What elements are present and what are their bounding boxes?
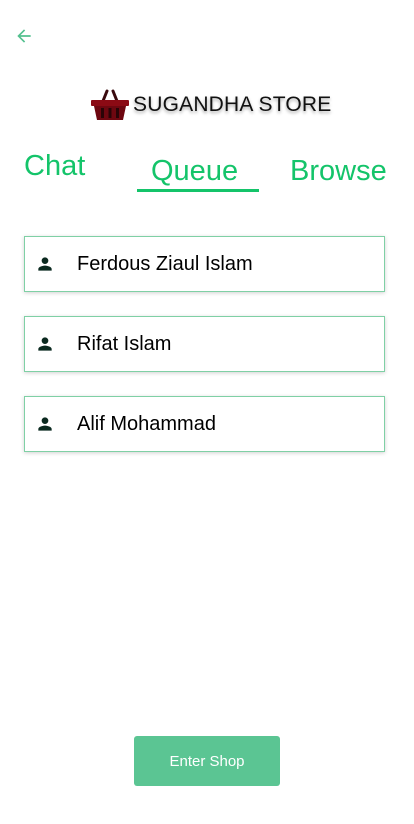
enter-shop-button[interactable]: Enter Shop bbox=[134, 736, 280, 786]
queue-item-name: Alif Mohammad bbox=[77, 412, 216, 435]
person-icon bbox=[35, 254, 55, 274]
person-icon bbox=[35, 334, 55, 354]
active-tab-indicator bbox=[137, 189, 259, 192]
tab-queue[interactable]: Queue bbox=[151, 155, 238, 188]
queue-item-name: Ferdous Ziaul Islam bbox=[77, 252, 253, 275]
tab-chat[interactable]: Chat bbox=[24, 150, 85, 183]
back-button[interactable] bbox=[12, 26, 36, 50]
person-icon bbox=[35, 414, 55, 434]
queue-item[interactable]: Rifat Islam bbox=[24, 316, 385, 372]
queue-item[interactable]: Alif Mohammad bbox=[24, 396, 385, 452]
brand-header: SUGANDHA STORE bbox=[90, 88, 331, 122]
store-name: SUGANDHA STORE bbox=[133, 93, 332, 116]
queue-item[interactable]: Ferdous Ziaul Islam bbox=[24, 236, 385, 292]
shopping-basket-icon bbox=[90, 89, 130, 121]
arrow-left-icon bbox=[14, 26, 34, 51]
queue-item-name: Rifat Islam bbox=[77, 332, 172, 355]
tab-browse[interactable]: Browse bbox=[290, 155, 387, 188]
